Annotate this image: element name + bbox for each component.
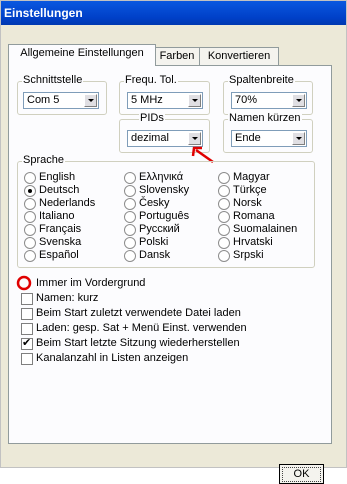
language-label: Hrvatski [233, 236, 273, 248]
tab-allgemeine-einstellungen[interactable]: Allgemeine Einstellungen [8, 44, 156, 66]
radio-button-icon[interactable] [124, 237, 136, 249]
frequ-select[interactable]: 5 MHz [127, 92, 203, 109]
radio-button-icon[interactable] [218, 250, 230, 262]
pids-label: PIDs [139, 112, 165, 124]
radio-button-icon[interactable] [124, 185, 136, 197]
language-label: Svenska [39, 236, 82, 248]
language-label: Polski [139, 236, 169, 248]
tab-konvertieren[interactable]: Konvertieren [199, 47, 279, 65]
language-label: Nederlands [39, 197, 96, 209]
dialog-client: Allgemeine Einstellungen Farben Konverti… [4, 25, 343, 484]
chevron-down-icon[interactable] [84, 94, 97, 107]
annotation-circle-icon [16, 275, 32, 291]
radio-button-icon[interactable] [24, 224, 36, 236]
radio-button-icon[interactable] [218, 172, 230, 184]
language-label: Español [39, 249, 79, 261]
language-label: English [39, 171, 76, 183]
spaltenbreite-label: Spaltenbreite [228, 74, 295, 86]
radio-button-icon[interactable] [24, 211, 36, 223]
radio-button-icon[interactable] [24, 237, 36, 249]
chevron-down-icon[interactable] [292, 94, 305, 107]
checkbox-icon[interactable] [21, 308, 33, 320]
radio-button-icon[interactable] [24, 185, 36, 197]
namen-kuerzen-group: Namen kürzen Ende [223, 112, 313, 153]
language-label: Česky [139, 197, 170, 209]
pids-value: dezimal [131, 132, 169, 144]
radio-button-icon[interactable] [124, 250, 136, 262]
tab-farben[interactable]: Farben [154, 47, 200, 65]
language-label: Magyar [233, 171, 270, 183]
language-label: Suomalainen [233, 223, 298, 235]
radio-button-icon[interactable] [124, 211, 136, 223]
spaltenbreite-value: 70% [235, 94, 258, 106]
settings-dialog: Einstellungen Allgemeine Einstellungen F… [0, 0, 347, 484]
language-label: Srpski [233, 249, 264, 261]
language-label: Türkçe [233, 184, 267, 196]
checkbox-icon[interactable] [21, 353, 33, 365]
frequ-label: Frequ. Tol. [124, 74, 178, 86]
option-label: Beim Start zuletzt verwendete Datei lade… [36, 307, 241, 319]
option-label: Immer im Vordergrund [36, 277, 146, 289]
sprache-label: Sprache [22, 154, 65, 166]
radio-button-icon[interactable] [218, 211, 230, 223]
schnittstelle-select[interactable]: Com 5 [23, 92, 99, 109]
option-label: Beim Start letzte Sitzung wiederherstell… [36, 337, 240, 349]
window-title: Einstellungen [4, 6, 83, 20]
ok-label: OK [281, 467, 322, 482]
radio-button-icon[interactable] [124, 224, 136, 236]
frequ-value: 5 MHz [131, 94, 163, 106]
radio-button-icon[interactable] [218, 224, 230, 236]
language-label: Français [39, 223, 82, 235]
sprache-group: Sprache English Deutsch Nederlands Italiano… [17, 154, 315, 268]
radio-button-icon[interactable] [218, 185, 230, 197]
language-label: Ελληνικά [139, 171, 184, 183]
schnittstelle-value: Com 5 [27, 94, 60, 106]
radio-button-icon[interactable] [24, 198, 36, 210]
language-label: Italiano [39, 210, 75, 222]
radio-button-icon[interactable] [218, 237, 230, 249]
checkbox-icon[interactable] [21, 336, 33, 350]
language-label: Dansk [139, 249, 171, 261]
chevron-down-icon[interactable] [292, 132, 305, 145]
language-label: Romana [233, 210, 275, 222]
language-label: Slovensky [139, 184, 190, 196]
spaltenbreite-group: Spaltenbreite 70% [223, 74, 313, 115]
namen-kuerzen-value: Ende [235, 132, 261, 144]
radio-button-icon[interactable] [124, 198, 136, 210]
schnittstelle-label: Schnittstelle [22, 74, 84, 86]
radio-button-icon[interactable] [218, 198, 230, 210]
namen-kuerzen-label: Namen kürzen [228, 112, 302, 124]
language-label: Norsk [233, 197, 262, 209]
ok-button[interactable]: OK [279, 464, 324, 484]
radio-button-icon[interactable] [24, 172, 36, 184]
option-label: Kanalanzahl in Listen anzeigen [36, 352, 189, 364]
language-label: Português [139, 210, 190, 222]
radio-button-icon[interactable] [24, 250, 36, 262]
schnittstelle-group: Schnittstelle Com 5 [17, 74, 107, 115]
option-label: Namen: kurz [36, 292, 99, 304]
tab-panel: Schnittstelle Com 5 Frequ. Tol. 5 MHz Sp… [8, 65, 332, 484]
option-label: Laden: gesp. Sat + Menü Einst. verwenden [36, 322, 247, 334]
namen-kuerzen-select[interactable]: Ende [231, 130, 307, 147]
title-bar[interactable]: Einstellungen [1, 1, 346, 25]
frequ-group: Frequ. Tol. 5 MHz [119, 74, 210, 115]
chevron-down-icon[interactable] [188, 94, 201, 107]
spaltenbreite-select[interactable]: 70% [231, 92, 307, 109]
checkbox-icon[interactable] [21, 293, 33, 305]
checkbox-icon[interactable] [21, 323, 33, 335]
radio-button-icon[interactable] [124, 172, 136, 184]
language-label: Deutsch [39, 184, 80, 196]
language-label: Русский [139, 223, 180, 235]
